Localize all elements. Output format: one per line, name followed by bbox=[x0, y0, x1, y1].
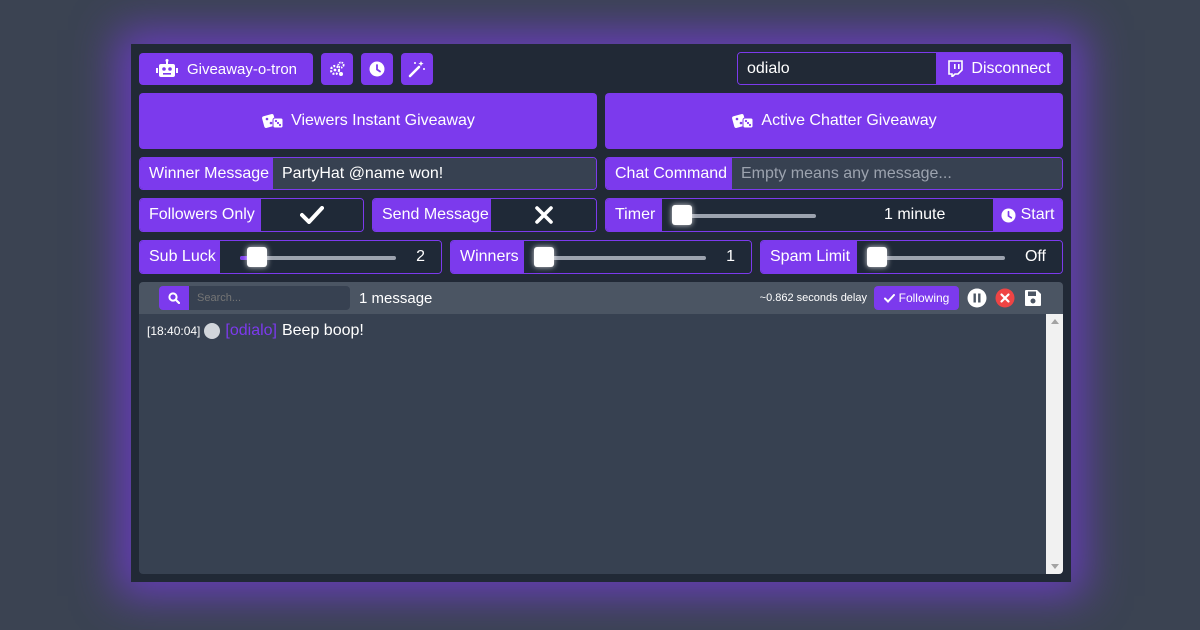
send-message-label: Send Message bbox=[373, 199, 491, 231]
message-count: 1 message bbox=[359, 290, 433, 307]
channel-input[interactable]: odialo bbox=[738, 53, 936, 84]
winners-slider-track[interactable] bbox=[534, 256, 706, 260]
send-message-group: Send Message bbox=[372, 198, 597, 232]
scroll-down-arrow-icon[interactable] bbox=[1051, 564, 1059, 569]
sub-luck-label: Sub Luck bbox=[140, 241, 220, 273]
spam-limit-slider-track[interactable] bbox=[867, 256, 1005, 260]
app-title-button[interactable]: Giveaway-o-tron bbox=[139, 53, 313, 85]
app-window: Giveaway-o-tron odialo Disconnect Viewer… bbox=[131, 44, 1071, 582]
winners-slider-area: 1 bbox=[524, 241, 751, 273]
timer-start-button[interactable]: Start bbox=[993, 199, 1062, 231]
disconnect-button[interactable]: Disconnect bbox=[936, 53, 1062, 84]
spam-limit-value: Off bbox=[1024, 248, 1046, 265]
chat-command-label: Chat Command bbox=[606, 158, 732, 189]
winners-group: Winners 1 bbox=[450, 240, 752, 274]
magic-button[interactable] bbox=[401, 53, 433, 85]
dice-icon bbox=[731, 111, 755, 131]
followers-only-group: Followers Only bbox=[139, 198, 364, 232]
followers-only-toggle[interactable] bbox=[261, 199, 363, 231]
x-icon bbox=[534, 206, 553, 224]
sub-luck-group: Sub Luck 2 bbox=[139, 240, 442, 274]
winner-message-input[interactable]: PartyHat @name won! bbox=[273, 158, 596, 189]
save-icon bbox=[1024, 289, 1042, 307]
clear-chat-button[interactable] bbox=[995, 288, 1015, 308]
following-label: Following bbox=[898, 291, 950, 305]
spam-limit-slider-area: Off bbox=[857, 241, 1062, 273]
clock-icon bbox=[1001, 207, 1016, 223]
disconnect-label: Disconnect bbox=[971, 59, 1051, 77]
user-status-dot bbox=[204, 323, 221, 339]
clock-icon bbox=[369, 61, 385, 77]
spam-limit-group: Spam Limit Off bbox=[760, 240, 1063, 274]
viewers-giveaway-button[interactable]: Viewers Instant Giveaway bbox=[139, 93, 597, 149]
message-timestamp: [18:40:04] bbox=[147, 324, 201, 338]
timer-group: Timer 1 minute Start bbox=[605, 198, 1063, 232]
chatter-giveaway-label: Active Chatter Giveaway bbox=[761, 112, 937, 129]
settings-button[interactable] bbox=[321, 53, 353, 85]
chat-scrollbar[interactable] bbox=[1046, 314, 1063, 574]
chat-message: [18:40:04] [odialo] Beep boop! bbox=[147, 322, 364, 340]
following-button[interactable]: Following bbox=[874, 286, 959, 310]
check-icon bbox=[300, 206, 324, 224]
winners-label: Winners bbox=[451, 241, 524, 273]
timer-start-label: Start bbox=[1020, 206, 1055, 223]
chat-toolbar: 1 message ~0.862 seconds delay Following bbox=[139, 282, 1063, 314]
chat-log: [18:40:04] [odialo] Beep boop! bbox=[139, 314, 1063, 574]
winner-message-group: Winner Message PartyHat @name won! bbox=[139, 157, 597, 190]
history-button[interactable] bbox=[361, 53, 393, 85]
dice-icon bbox=[261, 111, 285, 131]
sub-luck-slider-thumb[interactable] bbox=[247, 247, 267, 267]
search-button[interactable] bbox=[159, 286, 189, 310]
chat-command-group: Chat Command Empty means any message... bbox=[605, 157, 1063, 190]
winner-message-label: Winner Message bbox=[140, 158, 273, 189]
timer-label: Timer bbox=[606, 199, 662, 231]
clear-icon bbox=[995, 288, 1015, 308]
message-username[interactable]: [odialo] bbox=[225, 322, 277, 340]
message-text: Beep boop! bbox=[281, 322, 364, 339]
check-icon bbox=[883, 293, 895, 303]
robot-icon bbox=[155, 59, 179, 79]
magic-wand-icon bbox=[408, 60, 426, 78]
viewers-giveaway-label: Viewers Instant Giveaway bbox=[291, 112, 475, 129]
save-button[interactable] bbox=[1024, 289, 1042, 307]
delay-text: ~0.862 seconds delay bbox=[759, 292, 867, 304]
winners-value: 1 bbox=[726, 248, 735, 265]
gears-icon bbox=[329, 61, 345, 77]
channel-group: odialo Disconnect bbox=[737, 52, 1063, 85]
app-title: Giveaway-o-tron bbox=[186, 60, 298, 78]
timer-slider-area: 1 minute bbox=[662, 199, 993, 231]
pause-icon bbox=[967, 288, 987, 308]
search-input[interactable] bbox=[189, 286, 350, 310]
chat-command-input[interactable]: Empty means any message... bbox=[732, 158, 1062, 189]
scroll-up-arrow-icon[interactable] bbox=[1051, 319, 1059, 324]
send-message-toggle[interactable] bbox=[491, 199, 596, 231]
search-icon bbox=[168, 292, 180, 304]
timer-value: 1 minute bbox=[884, 206, 946, 223]
winners-slider-thumb[interactable] bbox=[534, 247, 554, 267]
chatter-giveaway-button[interactable]: Active Chatter Giveaway bbox=[605, 93, 1063, 149]
twitch-icon bbox=[947, 60, 964, 77]
followers-only-label: Followers Only bbox=[140, 199, 261, 231]
spam-limit-slider-thumb[interactable] bbox=[867, 247, 887, 267]
sub-luck-slider-area: 2 bbox=[220, 241, 441, 273]
timer-slider-thumb[interactable] bbox=[672, 205, 692, 225]
spam-limit-label: Spam Limit bbox=[761, 241, 857, 273]
timer-slider-track[interactable] bbox=[672, 214, 816, 218]
pause-button[interactable] bbox=[967, 288, 987, 308]
sub-luck-value: 2 bbox=[416, 248, 425, 265]
